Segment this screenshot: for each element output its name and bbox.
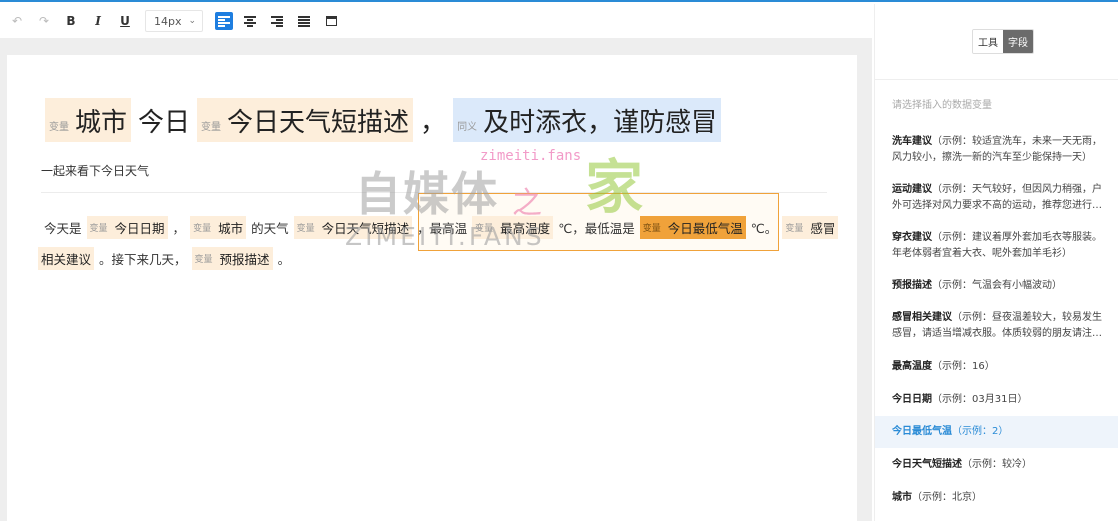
chip-tag: 变量 <box>89 223 108 234</box>
chip-text: 及时添衣，谨防感冒 <box>483 107 718 138</box>
field-item-selected[interactable]: 今日最低气温（示例：2） <box>875 416 1118 448</box>
tab-fields[interactable]: 字段 <box>1003 30 1033 53</box>
chip-text: 今日天气短描述 <box>227 107 410 138</box>
variable-chip-date[interactable]: 变量 今日日期 <box>86 215 168 239</box>
chip-tag: 变量 <box>296 223 315 234</box>
field-panel: 工具 字段 请选择插入的数据变量 洗车建议（示例：较适宜洗车，未来一天无雨，风力… <box>874 4 1118 521</box>
body-text: ，最高温 <box>417 220 468 236</box>
title-separator: ， <box>420 107 447 138</box>
title-text: 今日 <box>138 107 191 138</box>
field-example: （示例：03月31日） <box>932 394 1028 405</box>
chip-tag: 同义 <box>457 121 478 133</box>
variable-chip-city[interactable]: 变量 城市 <box>45 98 132 142</box>
field-item[interactable]: 今日日期（示例：03月31日） <box>875 392 1118 408</box>
font-size-select[interactable]: 14px ⌄ <box>145 10 203 32</box>
chip-tag: 变量 <box>201 121 222 133</box>
subtitle: 一起来看下今日天气 <box>41 164 150 178</box>
variable-chip-low-temp-selected[interactable]: 变量 今日最低气温 <box>639 215 746 239</box>
chip-text: 城市 <box>75 107 128 138</box>
field-name: 今日日期 <box>892 394 932 405</box>
body-text: 。接下来几天， <box>99 251 187 267</box>
field-name: 今日最低气温 <box>892 426 952 437</box>
chip-tag: 变量 <box>193 223 212 234</box>
align-center-icon[interactable] <box>237 10 263 32</box>
field-name: 今日天气短描述 <box>892 459 962 470</box>
chip-text: 最高温度 <box>500 220 551 236</box>
field-name: 运动建议 <box>892 184 932 195</box>
font-size-value: 14px <box>154 14 182 28</box>
body-text: ， <box>172 220 186 236</box>
variable-chip-weather-short[interactable]: 变量 今日天气短描述 <box>197 98 414 142</box>
body-text: 今天是 <box>44 220 82 236</box>
chip-text: 预报描述 <box>219 251 270 267</box>
chip-text: 城市 <box>218 220 244 236</box>
variable-chip-city[interactable]: 变量 城市 <box>190 215 247 239</box>
synonym-chip[interactable]: 同义 及时添衣，谨防感冒 <box>453 98 722 142</box>
body-text: ℃。 <box>750 220 778 236</box>
field-example: （示例：2） <box>952 426 1009 437</box>
panel-hint: 请选择插入的数据变量 <box>892 100 992 111</box>
field-item[interactable]: 城市（示例：北京） <box>875 490 1118 506</box>
editor-toolbar: ↶ ↷ B I U 14px ⌄ <box>0 4 872 38</box>
undo-icon[interactable]: ↶ <box>4 10 30 32</box>
field-name: 感冒相关建议 <box>892 312 952 323</box>
align-right-icon[interactable] <box>264 10 290 32</box>
chip-text: 感冒 <box>810 220 836 236</box>
body-text: 的天气 <box>251 220 289 236</box>
variable-chip-cold-advice-cont[interactable]: 相关建议 <box>38 246 95 270</box>
chip-text: 今日天气短描述 <box>321 220 410 236</box>
tab-tools[interactable]: 工具 <box>973 30 1003 53</box>
underline-button[interactable]: U <box>112 10 138 32</box>
variable-chip-weather-short[interactable]: 变量 今日天气短描述 <box>293 215 413 239</box>
panel-tabs: 工具 字段 <box>972 29 1034 54</box>
field-item[interactable]: 穿衣建议（示例：建议着厚外套加毛衣等服装。年老体弱者宜着大衣、呢外套加羊毛衫） <box>875 230 1118 262</box>
chip-tag: 变量 <box>475 223 494 234</box>
field-item[interactable]: 运动建议（示例：天气较好，但因风力稍强，户外可选择对风力要求不高的运动，推荐您进… <box>875 182 1118 214</box>
field-name: 城市 <box>892 492 912 503</box>
align-left-icon[interactable] <box>215 12 233 30</box>
variable-chip-high-temp[interactable]: 变量 最高温度 <box>472 215 554 239</box>
chip-tag: 变量 <box>49 121 69 133</box>
body-paragraph-line[interactable]: 今天是 变量 今日日期 ， 变量 城市 的天气 变量 今日天气短描述 ，最高温 变量最… <box>41 215 840 239</box>
bold-button[interactable]: B <box>58 10 84 32</box>
table-icon[interactable] <box>318 10 344 32</box>
field-item[interactable]: 最高温度（示例：16） <box>875 359 1118 375</box>
chip-tag: 变量 <box>194 254 213 265</box>
field-name: 洗车建议 <box>892 136 932 147</box>
field-example: （示例：气温会有小幅波动） <box>932 280 1062 291</box>
body-paragraph-line[interactable]: 相关建议 。接下来几天， 变量 预报描述 。 <box>38 246 293 270</box>
field-item[interactable]: 今日天气短描述（示例：较冷） <box>875 457 1118 473</box>
italic-button[interactable]: I <box>85 10 111 32</box>
field-name: 最高温度 <box>892 361 932 372</box>
variable-chip-cold-advice[interactable]: 变量 感冒 <box>782 215 839 239</box>
chip-text: 今日日期 <box>114 220 165 236</box>
chip-tag: 变量 <box>642 223 661 234</box>
field-item[interactable]: 预报描述（示例：气温会有小幅波动） <box>875 278 1118 294</box>
field-name: 预报描述 <box>892 280 932 291</box>
page-title[interactable]: 变量 城市 今日 变量 今日天气短描述 ， 同义 及时添衣，谨防感冒 <box>45 98 722 142</box>
field-example: （示例：16） <box>932 361 995 372</box>
body-text: 。 <box>277 251 291 267</box>
chip-text: 今日最低气温 <box>667 220 743 236</box>
chip-text: 相关建议 <box>41 251 92 267</box>
variable-chip-forecast[interactable]: 变量 预报描述 <box>191 246 273 270</box>
panel-header: 工具 字段 <box>875 4 1118 80</box>
align-justify-icon[interactable] <box>291 10 317 32</box>
chip-tag: 变量 <box>785 223 804 234</box>
field-item[interactable]: 感冒相关建议（示例：昼夜温差较大，较易发生感冒，请适当增减衣服。体质较弱的朋友请… <box>875 310 1118 342</box>
field-name: 穿衣建议 <box>892 232 932 243</box>
field-example: （示例：较冷） <box>962 459 1032 470</box>
field-item[interactable]: 洗车建议（示例：较适宜洗车，未来一天无雨，风力较小，擦洗一新的汽车至少能保持一天… <box>875 134 1118 166</box>
body-text: ℃，最低温是 <box>558 220 635 236</box>
chevron-down-icon: ⌄ <box>188 16 196 26</box>
redo-icon[interactable]: ↷ <box>31 10 57 32</box>
field-example: （示例：北京） <box>912 492 982 503</box>
